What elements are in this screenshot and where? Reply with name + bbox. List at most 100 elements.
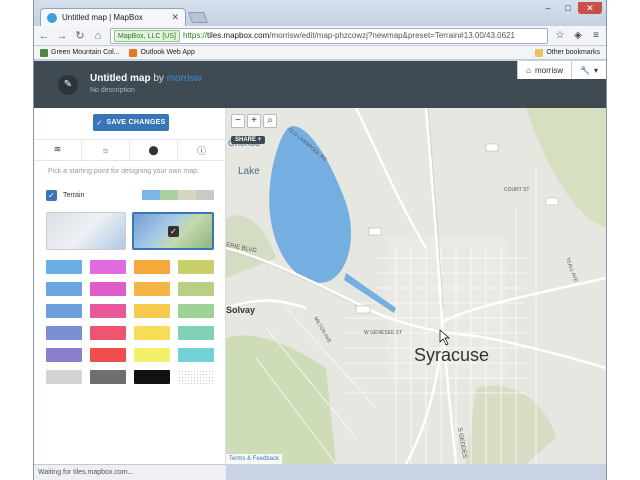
layers-extension-icon[interactable]: ◈: [572, 30, 584, 41]
save-changes-button[interactable]: ✓ SAVE CHANGES: [93, 114, 169, 131]
mapbox-favicon-icon: [47, 12, 57, 23]
share-button[interactable]: SHARE +: [231, 136, 266, 144]
palette-color-swatch[interactable]: [134, 260, 170, 274]
tab-layers[interactable]: ≋: [34, 140, 82, 160]
palette-color-swatch[interactable]: [46, 348, 82, 362]
url-path: /morrisw/edit/map-phzcowzj?newmap&preset…: [269, 31, 515, 40]
other-bookmarks[interactable]: Other bookmarks: [535, 48, 600, 57]
tab-style[interactable]: ☼: [82, 140, 130, 160]
palette-color-swatch[interactable]: [90, 282, 126, 296]
bookmarks-bar: Green Mountain Col... Outlook Web App Ot…: [34, 46, 606, 60]
terms-feedback-link[interactable]: Terms & Feedback: [226, 454, 282, 464]
palette-color-swatch[interactable]: [134, 304, 170, 318]
palette-color-swatch[interactable]: [90, 370, 126, 384]
style-sidebar: ✓ SAVE CHANGES ≋ ☼ ⬤ ⓘ Pick a starting p…: [34, 108, 226, 464]
tab-close-icon[interactable]: ✕: [171, 12, 179, 23]
court-st-label: COURT ST: [504, 187, 529, 193]
map-title-line: Untitled map by morrisw: [90, 73, 202, 84]
new-tab-button[interactable]: [187, 12, 209, 23]
url-prefix: https://: [182, 31, 207, 40]
secure-badge[interactable]: MapBox, LLC [US]: [114, 29, 180, 42]
palette-color-swatch[interactable]: [178, 260, 214, 274]
owner-link[interactable]: morrisw: [167, 73, 202, 84]
palette-color-swatch[interactable]: [46, 304, 82, 318]
terrain-swatch: [196, 190, 214, 200]
window-controls: – □ ✕: [538, 2, 602, 14]
base-layer-thumbnails: ✓: [46, 212, 214, 250]
terrain-thumbnail[interactable]: ✓: [132, 212, 214, 250]
save-icon: ✓: [96, 119, 103, 127]
terrain-preset-row[interactable]: ✓ Terrain: [46, 188, 214, 202]
browser-tab[interactable]: Untitled map | MapBox ✕: [40, 8, 186, 26]
route-shield: [485, 143, 499, 152]
tools-caret: ▾: [593, 65, 598, 75]
palette-color-swatch[interactable]: [178, 282, 214, 296]
palette-color-swatch[interactable]: [134, 282, 170, 296]
palette-color-swatch[interactable]: [178, 304, 214, 318]
map-canvas[interactable]: Onondo Lake Solvay Syracuse ERIE BLVD S …: [226, 108, 606, 464]
mapbox-header: ✎ Untitled map by morrisw No description…: [34, 61, 606, 108]
other-bookmarks-label: Other bookmarks: [546, 49, 600, 56]
syracuse-label: Syracuse: [414, 345, 489, 365]
palette-color-swatch[interactable]: [90, 260, 126, 274]
palette-color-swatch[interactable]: [178, 348, 214, 362]
palette-color-swatch[interactable]: [46, 370, 82, 384]
minimize-button[interactable]: –: [538, 2, 558, 14]
bookmark-label: Green Mountain Col...: [51, 49, 120, 56]
url-text[interactable]: https://tiles.mapbox.com/morrisw/edit/ma…: [183, 31, 515, 40]
lake-label-bottom: Lake: [238, 166, 260, 177]
reload-icon[interactable]: ↻: [74, 29, 86, 42]
map-view[interactable]: Onondo Lake Solvay Syracuse ERIE BLVD S …: [226, 108, 606, 464]
address-bar[interactable]: MapBox, LLC [US] https://tiles.mapbox.co…: [110, 27, 548, 44]
bookmark-outlook[interactable]: Outlook Web App: [129, 48, 195, 57]
bookmark-green-mountain[interactable]: Green Mountain Col...: [40, 48, 120, 57]
maximize-button[interactable]: □: [558, 2, 578, 14]
terrain-swatch-strip: [142, 190, 214, 200]
browser-toolbar: ← → ↻ ⌂ MapBox, LLC [US] https://tiles.m…: [34, 26, 606, 46]
route-shield: [545, 197, 559, 206]
route-shield: [368, 227, 382, 236]
edit-pencil-icon[interactable]: ✎: [58, 75, 78, 95]
folder-icon: [535, 48, 544, 57]
bookmark-star-icon[interactable]: ☆: [554, 30, 566, 41]
palette-color-swatch[interactable]: [90, 348, 126, 362]
palette-color-swatch[interactable]: [46, 282, 82, 296]
zoom-in-button[interactable]: +: [247, 114, 261, 128]
route-shield: [355, 305, 371, 314]
palette-color-swatch[interactable]: [134, 348, 170, 362]
map-title[interactable]: Untitled map: [90, 73, 151, 84]
header-buttons: ⌂ morrisw 🔧 ▾: [517, 61, 606, 79]
starting-point-hint: Pick a starting point for designing your…: [48, 168, 199, 175]
palette-color-swatch[interactable]: [90, 304, 126, 318]
palette-color-swatch[interactable]: [90, 326, 126, 340]
user-home-button[interactable]: ⌂ morrisw: [517, 61, 572, 79]
palette-color-swatch[interactable]: [178, 370, 214, 384]
home-icon[interactable]: ⌂: [92, 30, 104, 42]
streets-thumbnail[interactable]: [46, 212, 126, 250]
url-host: tiles.mapbox.com: [206, 31, 270, 40]
outlook-favicon-icon: [129, 48, 138, 57]
tab-markers[interactable]: ⬤: [130, 140, 178, 160]
menu-icon[interactable]: ≡: [590, 30, 602, 41]
search-icon[interactable]: ⌕: [263, 114, 277, 128]
back-arrow-icon[interactable]: ←: [38, 30, 50, 42]
palette-color-swatch[interactable]: [46, 260, 82, 274]
layers-icon: ≋: [53, 143, 62, 154]
color-palette: [46, 260, 214, 384]
save-label: SAVE CHANGES: [106, 119, 166, 126]
user-button-label: morrisw: [535, 65, 564, 75]
palette-color-swatch[interactable]: [46, 326, 82, 340]
zoom-out-button[interactable]: −: [231, 114, 245, 128]
home-icon: ⌂: [526, 65, 532, 75]
terrain-checkbox[interactable]: ✓: [46, 189, 57, 201]
palette-color-swatch[interactable]: [178, 326, 214, 340]
forward-arrow-icon[interactable]: →: [56, 30, 68, 42]
tab-info[interactable]: ⓘ: [178, 140, 225, 160]
map-description[interactable]: No description: [90, 87, 135, 94]
close-window-button[interactable]: ✕: [578, 2, 602, 14]
sun-icon: ☼: [101, 145, 110, 155]
info-icon: ⓘ: [196, 145, 206, 156]
palette-color-swatch[interactable]: [134, 370, 170, 384]
tools-button[interactable]: 🔧 ▾: [571, 61, 606, 79]
palette-color-swatch[interactable]: [134, 326, 170, 340]
